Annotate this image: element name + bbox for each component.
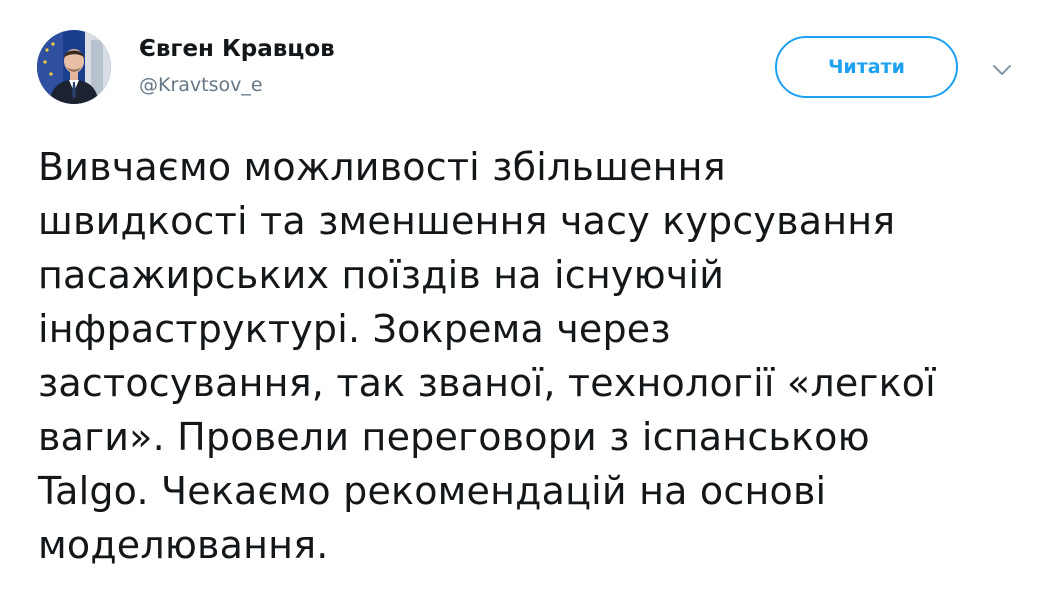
avatar[interactable] xyxy=(37,30,111,104)
author-identity: Євген Кравцов @Kravtsov_e xyxy=(139,34,335,97)
author-display-name[interactable]: Євген Кравцов xyxy=(139,34,335,64)
tweet-menu-button[interactable] xyxy=(988,60,1016,80)
profile-photo-icon xyxy=(37,30,111,104)
author-handle[interactable]: @Kravtsov_e xyxy=(139,73,335,97)
chevron-down-icon xyxy=(993,65,1011,75)
tweet-header: Євген Кравцов @Kravtsov_e Читати xyxy=(0,0,1045,120)
tweet-text: Вивчаємо можливості збільшення швидкості… xyxy=(38,145,936,567)
follow-button[interactable]: Читати xyxy=(775,36,958,98)
